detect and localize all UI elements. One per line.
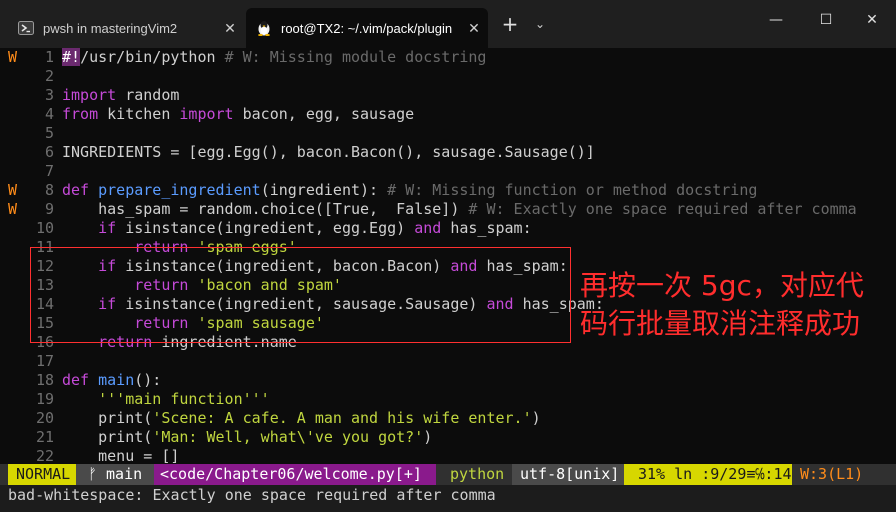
line-number: 18 [35, 371, 54, 389]
code-text: if isinstance(ingredient, egg.Egg) and h… [98, 219, 532, 237]
code-line: 17 [0, 352, 896, 371]
code-text: def main(): [62, 371, 162, 389]
code-line: 18 def main(): [0, 371, 896, 390]
code-line: 21 print('Man: Well, what\'ve you got?') [0, 428, 896, 447]
tab-pwsh-label: pwsh in masteringVim2 [43, 20, 178, 36]
new-tab-icon[interactable]: + [498, 12, 522, 36]
line-number: 3 [44, 86, 54, 104]
chevron-down-icon[interactable]: ⌄ [530, 12, 550, 36]
line-number: 8 [44, 181, 54, 199]
command-line: bad-whitespace: Exactly one space requir… [8, 486, 496, 504]
line-number: 4 [44, 105, 54, 123]
tab-root-tx2[interactable]: root@TX2: ~/.vim/pack/plugin ✕ [246, 8, 488, 48]
line-number: 19 [35, 390, 54, 408]
code-line: 7 [0, 162, 896, 181]
code-text: import random [62, 86, 180, 104]
title-bar: pwsh in masteringVim2 ✕ root@TX2: ~/.vim… [0, 0, 896, 48]
line-number: 21 [35, 428, 54, 446]
file-encoding: utf-8[unix] [512, 464, 624, 485]
tab-root-tx2-label: root@TX2: ~/.vim/pack/plugin [281, 20, 453, 36]
code-text: #!/usr/bin/python # W: Missing module do… [62, 48, 487, 66]
minimize-icon[interactable]: — [756, 4, 796, 36]
line-number: 7 [44, 162, 54, 180]
linux-penguin-icon [256, 20, 272, 36]
warning-sign: W [8, 48, 18, 66]
code-line: W 8 def prepare_ingredient(ingredient): # … [0, 181, 896, 200]
code-text: '''main function''' [98, 390, 270, 408]
line-number: 2 [44, 67, 54, 85]
git-branch: ᚠ main [76, 464, 154, 485]
tab-pwsh-close-icon[interactable]: ✕ [216, 20, 244, 37]
code-text: print('Scene: A cafe. A man and his wife… [62, 409, 541, 427]
vim-statusline: NORMAL ᚠ main <code/Chapter06/welcome.py… [0, 464, 896, 485]
close-window-icon[interactable]: ✕ [852, 4, 892, 36]
code-text: INGREDIENTS = [egg.Egg(), bacon.Bacon(),… [62, 143, 595, 161]
cursor-position: 31% ln :9/29≡℅:14 [624, 464, 792, 485]
code-text: print('Man: Well, what\'ve you got?') [62, 428, 433, 446]
tab-pwsh[interactable]: pwsh in masteringVim2 ✕ [8, 8, 244, 48]
tab-root-tx2-close-icon[interactable]: ✕ [460, 20, 488, 37]
warning-sign: W [8, 181, 18, 199]
line-number: 5 [44, 124, 54, 142]
mode-indicator: NORMAL [8, 464, 76, 485]
line-number: 20 [35, 409, 54, 427]
code-line: 2 [0, 67, 896, 86]
powershell-icon [18, 20, 34, 36]
code-line: W 1 #!/usr/bin/python # W: Missing module … [0, 48, 896, 67]
maximize-icon[interactable]: ☐ [806, 4, 846, 36]
file-type: python [436, 464, 512, 485]
code-line: 3 import random [0, 86, 896, 105]
code-text: from kitchen import bacon, egg, sausage [62, 105, 415, 123]
line-number: 17 [35, 352, 54, 370]
code-line: 5 [0, 124, 896, 143]
highlight-box [30, 247, 571, 343]
code-line: W 9 has_spam = random.choice([True, False… [0, 200, 896, 219]
code-text: def prepare_ingredient(ingredient): # W:… [62, 181, 758, 199]
vim-editor[interactable]: W 1 #!/usr/bin/python # W: Missing module … [0, 48, 896, 465]
code-text: has_spam = random.choice([True, False]) … [62, 200, 857, 218]
line-number: 6 [44, 143, 54, 161]
code-line: 19 '''main function''' [0, 390, 896, 409]
line-number: 1 [44, 48, 54, 66]
line-number: 9 [44, 200, 54, 218]
warning-sign: W [8, 200, 18, 218]
code-line: 6 INGREDIENTS = [egg.Egg(), bacon.Bacon()… [0, 143, 896, 162]
code-line: 10 if isinstance(ingredient, egg.Egg) an… [0, 219, 896, 238]
warning-count: W:3(L1) [792, 464, 872, 485]
file-name: <code/Chapter06/welcome.py[+] [154, 464, 436, 485]
code-line: 4 from kitchen import bacon, egg, sausage [0, 105, 896, 124]
code-line: 20 print('Scene: A cafe. A man and his w… [0, 409, 896, 428]
annotation-text: 再按一次 5gc，对应代码行批量取消注释成功 [580, 269, 864, 340]
line-number: 10 [35, 219, 54, 237]
